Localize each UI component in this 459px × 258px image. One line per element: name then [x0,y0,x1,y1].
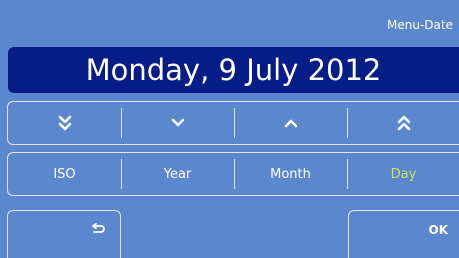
title-bar: Menu-Date [0,0,459,44]
field-selector-row: ISO Year Month Day [7,152,459,196]
return-arrow-icon [92,223,105,233]
date-display: Monday, 9 July 2012 [8,47,459,93]
increment-button[interactable] [234,102,347,144]
screen-title: Menu-Date [387,18,453,32]
field-day-button[interactable]: Day [347,153,459,195]
field-iso-button[interactable]: ISO [8,153,121,195]
chevron-down-icon [171,118,184,127]
field-month-button[interactable]: Month [234,153,347,195]
fast-decrement-button[interactable] [8,102,121,144]
double-chevron-up-icon [397,115,410,131]
back-button[interactable] [7,210,121,258]
ok-button[interactable]: OK [348,210,459,258]
decrement-button[interactable] [121,102,234,144]
chevron-up-icon [284,119,297,128]
ok-label: OK [428,223,449,237]
adjust-button-row [7,101,459,145]
double-chevron-down-icon [58,115,71,131]
fast-increment-button[interactable] [347,102,459,144]
field-year-button[interactable]: Year [121,153,234,195]
